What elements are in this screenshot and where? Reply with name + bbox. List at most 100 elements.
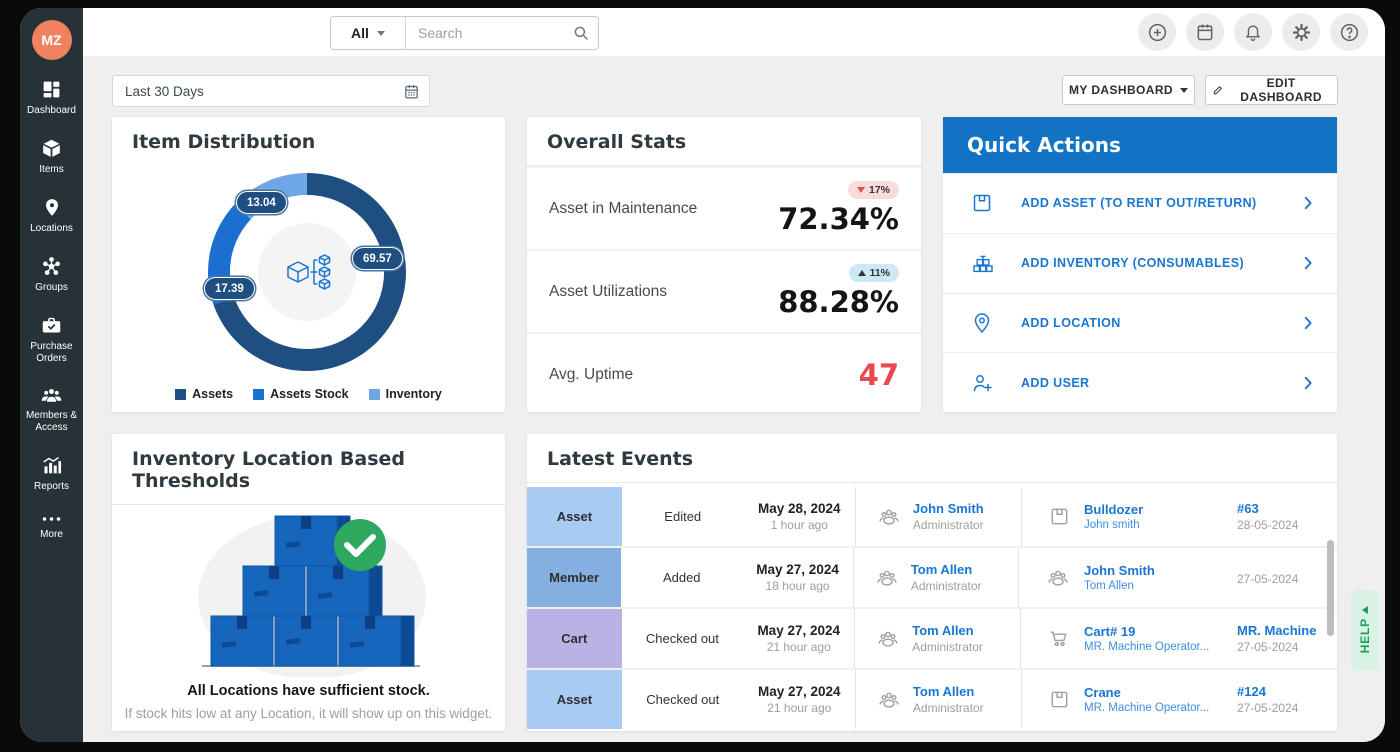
chevron-right-icon xyxy=(1299,314,1317,332)
quick-action-add-user[interactable]: ADD USER xyxy=(943,352,1337,412)
event-row[interactable]: Asset Edited May 28, 2024 1 hour ago Joh… xyxy=(527,487,1337,548)
arrow-up-icon xyxy=(858,270,866,276)
search-category-select[interactable]: All xyxy=(331,17,406,49)
quick-actions-header: Quick Actions xyxy=(943,117,1337,173)
calendar-button[interactable] xyxy=(1186,13,1224,51)
gear-icon xyxy=(1291,22,1312,43)
event-type-badge: Asset xyxy=(527,487,622,546)
event-ref-date: 28-05-2024 xyxy=(1237,518,1337,532)
screen: MZ Dashboard Items Locat xyxy=(0,0,1400,752)
event-date: May 28, 2024 xyxy=(758,501,841,516)
avatar[interactable]: MZ xyxy=(32,20,72,60)
quick-action-add-inventory[interactable]: ADD INVENTORY (CONSUMABLES) xyxy=(943,233,1337,293)
stat-label: Avg. Uptime xyxy=(549,366,633,384)
calendar-icon xyxy=(1195,22,1215,42)
event-user-link[interactable]: Tom Allen xyxy=(911,562,982,577)
dashboard-content: MY DASHBOARD EDIT DASHBOARD Item Distrib… xyxy=(83,56,1385,742)
card-title: Inventory Location Based Thresholds xyxy=(112,434,505,505)
event-user-link[interactable]: John Smith xyxy=(913,501,984,516)
event-user-link[interactable]: Tom Allen xyxy=(913,684,984,699)
date-range-picker[interactable] xyxy=(112,75,430,107)
location-pin-outline-icon xyxy=(970,311,994,335)
legend-item-assets: Assets xyxy=(175,387,233,401)
donut-label-assets-stock: 17.39 xyxy=(204,277,255,300)
event-item-sub-link[interactable]: MR. Machine Operator... xyxy=(1084,702,1224,714)
question-circle-icon xyxy=(1339,22,1360,43)
global-search: All xyxy=(330,16,599,50)
event-row[interactable]: Asset Checked out May 27, 2024 21 hour a… xyxy=(527,670,1337,729)
reports-chart-icon xyxy=(41,455,62,476)
sidebar-nav: Dashboard Items Locations xyxy=(20,76,83,559)
quick-action-label: ADD USER xyxy=(1021,376,1089,390)
event-user-role: Administrator xyxy=(913,701,984,715)
help-tab-button[interactable]: HELP xyxy=(1351,590,1379,670)
quick-action-add-location[interactable]: ADD LOCATION xyxy=(943,293,1337,353)
sidebar-item-dashboard[interactable]: Dashboard xyxy=(20,76,84,120)
stat-row-utilization: Asset Utilizations 11% 88.28% xyxy=(527,249,921,332)
event-row[interactable]: Member Added May 27, 2024 18 hour ago To… xyxy=(527,548,1337,609)
stat-value: 88.28% xyxy=(778,285,899,319)
sidebar-item-locations[interactable]: Locations xyxy=(20,194,84,238)
event-time-ago: 21 hour ago xyxy=(767,701,831,715)
sidebar-item-groups[interactable]: Groups xyxy=(20,253,84,297)
location-pin-icon xyxy=(42,197,62,218)
stat-value: 47 xyxy=(859,358,899,392)
event-item-link[interactable]: John Smith xyxy=(1084,563,1224,578)
legend-label: Inventory xyxy=(386,387,442,401)
sidebar-item-label: Purchase Orders xyxy=(20,341,83,365)
more-ellipsis-icon xyxy=(41,514,62,524)
event-type-badge: Cart xyxy=(527,609,622,668)
date-range-value[interactable] xyxy=(113,83,403,100)
card-title: Item Distribution xyxy=(112,117,505,165)
event-date: May 27, 2024 xyxy=(756,562,839,577)
notifications-button[interactable] xyxy=(1234,13,1272,51)
event-action: Added xyxy=(621,548,742,607)
events-table: Asset Edited May 28, 2024 1 hour ago Joh… xyxy=(527,487,1337,731)
sidebar-item-members-access[interactable]: Members & Access xyxy=(20,383,84,437)
people-group-icon xyxy=(876,506,902,528)
event-ref-link[interactable]: #63 xyxy=(1237,501,1337,516)
event-item-sub-link[interactable]: Tom Allen xyxy=(1084,580,1224,592)
stat-row-maintenance: Asset in Maintenance 17% 72.34% xyxy=(527,166,921,249)
caret-icon xyxy=(1362,606,1368,614)
event-item-sub-link[interactable]: John smith xyxy=(1084,519,1224,531)
app-window: MZ Dashboard Items Locat xyxy=(20,8,1385,742)
legend-swatch xyxy=(175,389,186,400)
add-button[interactable] xyxy=(1138,13,1176,51)
bell-icon xyxy=(1243,22,1263,42)
sidebar-item-reports[interactable]: Reports xyxy=(20,452,84,496)
event-item-link[interactable]: Crane xyxy=(1084,685,1224,700)
pencil-icon xyxy=(1212,83,1224,97)
event-ref-link[interactable]: MR. Machine xyxy=(1237,623,1337,638)
event-item-sub-link[interactable]: MR. Machine Operator... xyxy=(1084,641,1224,653)
event-time-ago: 18 hour ago xyxy=(766,579,830,593)
help-circle-button[interactable] xyxy=(1330,13,1368,51)
event-row[interactable]: Cart Checked out May 27, 2024 21 hour ag… xyxy=(527,609,1337,670)
event-action: Checked out xyxy=(622,609,744,668)
settings-button[interactable] xyxy=(1282,13,1320,51)
event-item-link[interactable]: Cart# 19 xyxy=(1084,624,1224,639)
sidebar-item-purchase-orders[interactable]: Purchase Orders xyxy=(20,312,84,368)
overall-stats-card: Overall Stats Asset in Maintenance 17% 7… xyxy=(527,117,921,412)
search-input[interactable] xyxy=(406,17,598,49)
people-group-icon xyxy=(1045,567,1071,589)
event-action: Edited xyxy=(622,487,744,546)
chart-legend: Assets Assets Stock Inventory xyxy=(112,387,505,401)
calendar-icon xyxy=(403,83,420,100)
my-dashboard-button[interactable]: MY DASHBOARD xyxy=(1062,75,1195,105)
quick-action-label: ADD ASSET (TO RENT OUT/RETURN) xyxy=(1021,196,1257,210)
edit-dashboard-button[interactable]: EDIT DASHBOARD xyxy=(1205,75,1338,105)
event-user-link[interactable]: Tom Allen xyxy=(912,623,983,638)
sidebar-item-more[interactable]: More xyxy=(20,511,84,544)
card-title: Latest Events xyxy=(527,434,1337,483)
event-item-link[interactable]: Bulldozer xyxy=(1084,502,1224,517)
quick-action-add-asset[interactable]: ADD ASSET (TO RENT OUT/RETURN) xyxy=(943,173,1337,233)
sidebar-item-label: Groups xyxy=(20,282,83,294)
groups-cluster-icon xyxy=(41,256,62,277)
sidebar-item-items[interactable]: Items xyxy=(20,135,84,179)
latest-events-card: Latest Events Asset Edited May 28, 2024 … xyxy=(527,434,1337,731)
events-scrollbar[interactable] xyxy=(1327,540,1334,636)
event-ref-link[interactable]: #124 xyxy=(1237,684,1337,699)
purchase-orders-icon xyxy=(41,315,62,336)
stat-label: Asset in Maintenance xyxy=(549,200,697,218)
